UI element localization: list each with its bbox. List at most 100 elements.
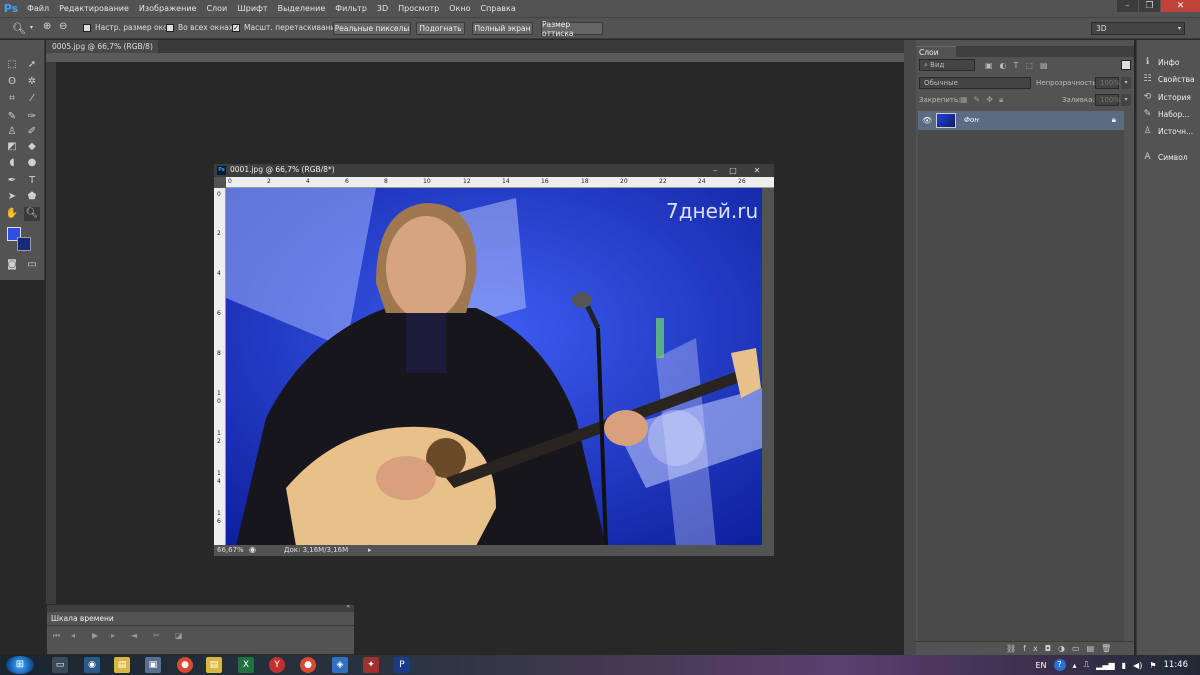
usb-icon[interactable]: ⎍ [1084,660,1090,670]
battery-icon[interactable]: ▮ [1122,661,1126,670]
menu-filter[interactable]: Фильтр [330,0,372,17]
dock-brush-presets[interactable]: ✎ Набор... [1141,107,1199,121]
marquee-tool-icon[interactable]: ⬚ [4,58,20,72]
tool-preset-chevron-icon[interactable]: ▾ [30,24,33,31]
layer-filter-select[interactable]: ⌕ Вид [919,59,975,71]
taskbar-app-icon[interactable]: ▣ [145,657,161,673]
layer-row[interactable]: 👁︎ Фон 🔒︎ [918,111,1124,130]
magic-wand-icon[interactable]: ✲ [24,75,40,89]
background-color-swatch[interactable] [17,237,31,251]
photo-canvas[interactable]: 7дней.ru [226,188,762,546]
move-tool-icon[interactable]: ➚ [24,58,40,72]
tray-chevron-icon[interactable]: ▴ [1073,661,1077,670]
status-menu-icon[interactable]: ◉ [249,545,256,554]
fill-chevron-icon[interactable]: ▾ [1121,94,1131,106]
taskbar-app-icon[interactable]: ✦ [363,657,379,673]
menu-window[interactable]: Окно [444,0,475,17]
language-indicator[interactable]: EN [1036,661,1047,670]
help-icon[interactable]: ? [1053,659,1066,671]
zoom-out-icon[interactable]: ⊖ [59,21,67,32]
taskbar-chrome-icon[interactable]: ● [300,657,316,673]
history-brush-icon[interactable]: ✐ [24,125,40,139]
eraser-tool-icon[interactable]: ◩ [4,140,20,154]
document-window-titlebar[interactable]: Ps 0001.jpg @ 66,7% (RGB/8*) – □ ✕ [214,164,774,177]
quick-mask-icon[interactable]: ◙ [4,258,20,272]
workspace-scrollbar[interactable] [904,40,916,655]
fill-screen-button[interactable]: Полный экран [472,22,533,35]
menu-image[interactable]: Изображение [134,0,202,17]
status-arrow-icon[interactable]: ▸ [368,546,372,554]
dock-clone-source[interactable]: ♙ Источн... [1141,124,1199,138]
all-windows-checkbox[interactable] [166,24,174,32]
fit-screen-button[interactable]: Подогнать [416,22,465,35]
prev-frame-icon[interactable]: ◂ [71,631,75,640]
doc-maximize-icon[interactable]: □ [726,165,740,176]
fill-input[interactable]: 100% [1095,94,1120,106]
timeline-title[interactable]: Шкала времени [51,614,114,623]
audio-icon[interactable]: ◄ [131,631,137,640]
scrubby-zoom-checkbox[interactable]: ✓ [232,24,240,32]
tab-layers[interactable]: Слои [916,46,956,57]
crop-tool-icon[interactable]: ⌗ [4,92,20,106]
volume-icon[interactable]: ◀) [1133,661,1142,670]
network-icon[interactable]: ▂▄▆ [1096,661,1114,670]
filter-toggle[interactable] [1121,60,1131,70]
split-icon[interactable]: ✂ [153,631,160,640]
workspace-select[interactable]: 3D ▾ [1091,22,1185,35]
zoom-in-icon[interactable]: ⊕ [43,21,51,32]
taskbar-app-icon[interactable]: ◈ [332,657,348,673]
opacity-chevron-icon[interactable]: ▾ [1121,77,1131,89]
layer-filter-type-icons[interactable]: ▣◐T⬚▤ [985,61,1055,70]
dock-properties[interactable]: ☷ Свойства [1141,72,1199,86]
taskbar-chrome-icon[interactable]: ● [177,657,193,673]
restore-icon[interactable]: ❐ [1138,0,1160,12]
opacity-input[interactable]: 100% [1095,77,1120,89]
transition-icon[interactable]: ◪ [175,631,183,640]
menu-help[interactable]: Справка [475,0,520,17]
type-tool-icon[interactable]: T [24,174,40,188]
zoom-tool-active-icon[interactable]: 🔍︎ [24,207,40,221]
doc-close-icon[interactable]: ✕ [750,165,764,176]
resize-windows-checkbox[interactable] [83,24,91,32]
document-tab[interactable]: 0005.jpg @ 66,7% (RGB/8) × [46,40,158,64]
dock-history[interactable]: ⟲ История [1141,90,1199,104]
go-first-frame-icon[interactable]: ⏮ [53,631,60,641]
hand-tool-icon[interactable]: ✋ [4,207,20,221]
pen-tool-icon[interactable]: ✒ [4,174,20,188]
menu-type[interactable]: Шрифт [232,0,272,17]
healing-brush-icon[interactable]: ✎ [4,110,20,124]
clone-stamp-icon[interactable]: ♙ [4,125,20,139]
close-icon[interactable]: ✕ [1160,0,1200,12]
next-frame-icon[interactable]: ▸ [111,631,115,640]
brush-tool-icon[interactable]: ✑ [24,110,40,124]
menu-edit[interactable]: Редактирование [54,0,134,17]
menu-select[interactable]: Выделение [273,0,331,17]
menu-layers[interactable]: Слои [201,0,232,17]
lock-options-icons[interactable]: ▦✎✥🔒︎ [960,95,1009,105]
vertical-ruler[interactable]: 0 2 4 6 8 1 0 1 2 1 4 1 6 [214,188,226,546]
path-selection-icon[interactable]: ➤ [4,190,20,204]
zoom-level[interactable]: 66,67% [217,546,244,554]
start-button-icon[interactable]: ⊞ [6,656,34,674]
menu-file[interactable]: Файл [22,0,54,17]
dodge-tool-icon[interactable]: ● [24,156,40,170]
blend-mode-select[interactable]: Обычные [919,77,1031,89]
minimize-icon[interactable]: – [1116,0,1138,12]
taskbar-yandex-icon[interactable]: Y [269,657,285,673]
paint-bucket-icon[interactable]: ◆ [24,140,40,154]
visibility-eye-icon[interactable]: 👁︎ [922,116,932,125]
menu-3d[interactable]: 3D [372,0,393,17]
blur-tool-icon[interactable]: ◖ [4,156,20,170]
horizontal-ruler[interactable]: 0 2 4 6 8 10 12 14 16 18 20 22 24 26 [226,177,774,188]
screen-mode-icon[interactable]: ▭ [24,258,40,272]
menu-view[interactable]: Просмотр [393,0,444,17]
taskbar-app-icon[interactable]: ◉ [84,657,100,673]
print-size-button[interactable]: Размер оттиска [541,20,603,38]
zoom-tool-icon[interactable]: 🔍︎ [12,22,26,35]
eyedropper-icon[interactable]: ⁄ [24,92,40,106]
layer-actions-icons[interactable]: ⛓fx◘◑▭▤🗑︎ [1006,644,1118,653]
taskbar-photoshop-icon[interactable]: P [394,657,410,673]
taskbar-explorer-icon[interactable]: ▤ [114,657,130,673]
collapse-icon[interactable]: « [346,603,350,610]
action-center-flag-icon[interactable]: ⚑ [1149,661,1156,670]
